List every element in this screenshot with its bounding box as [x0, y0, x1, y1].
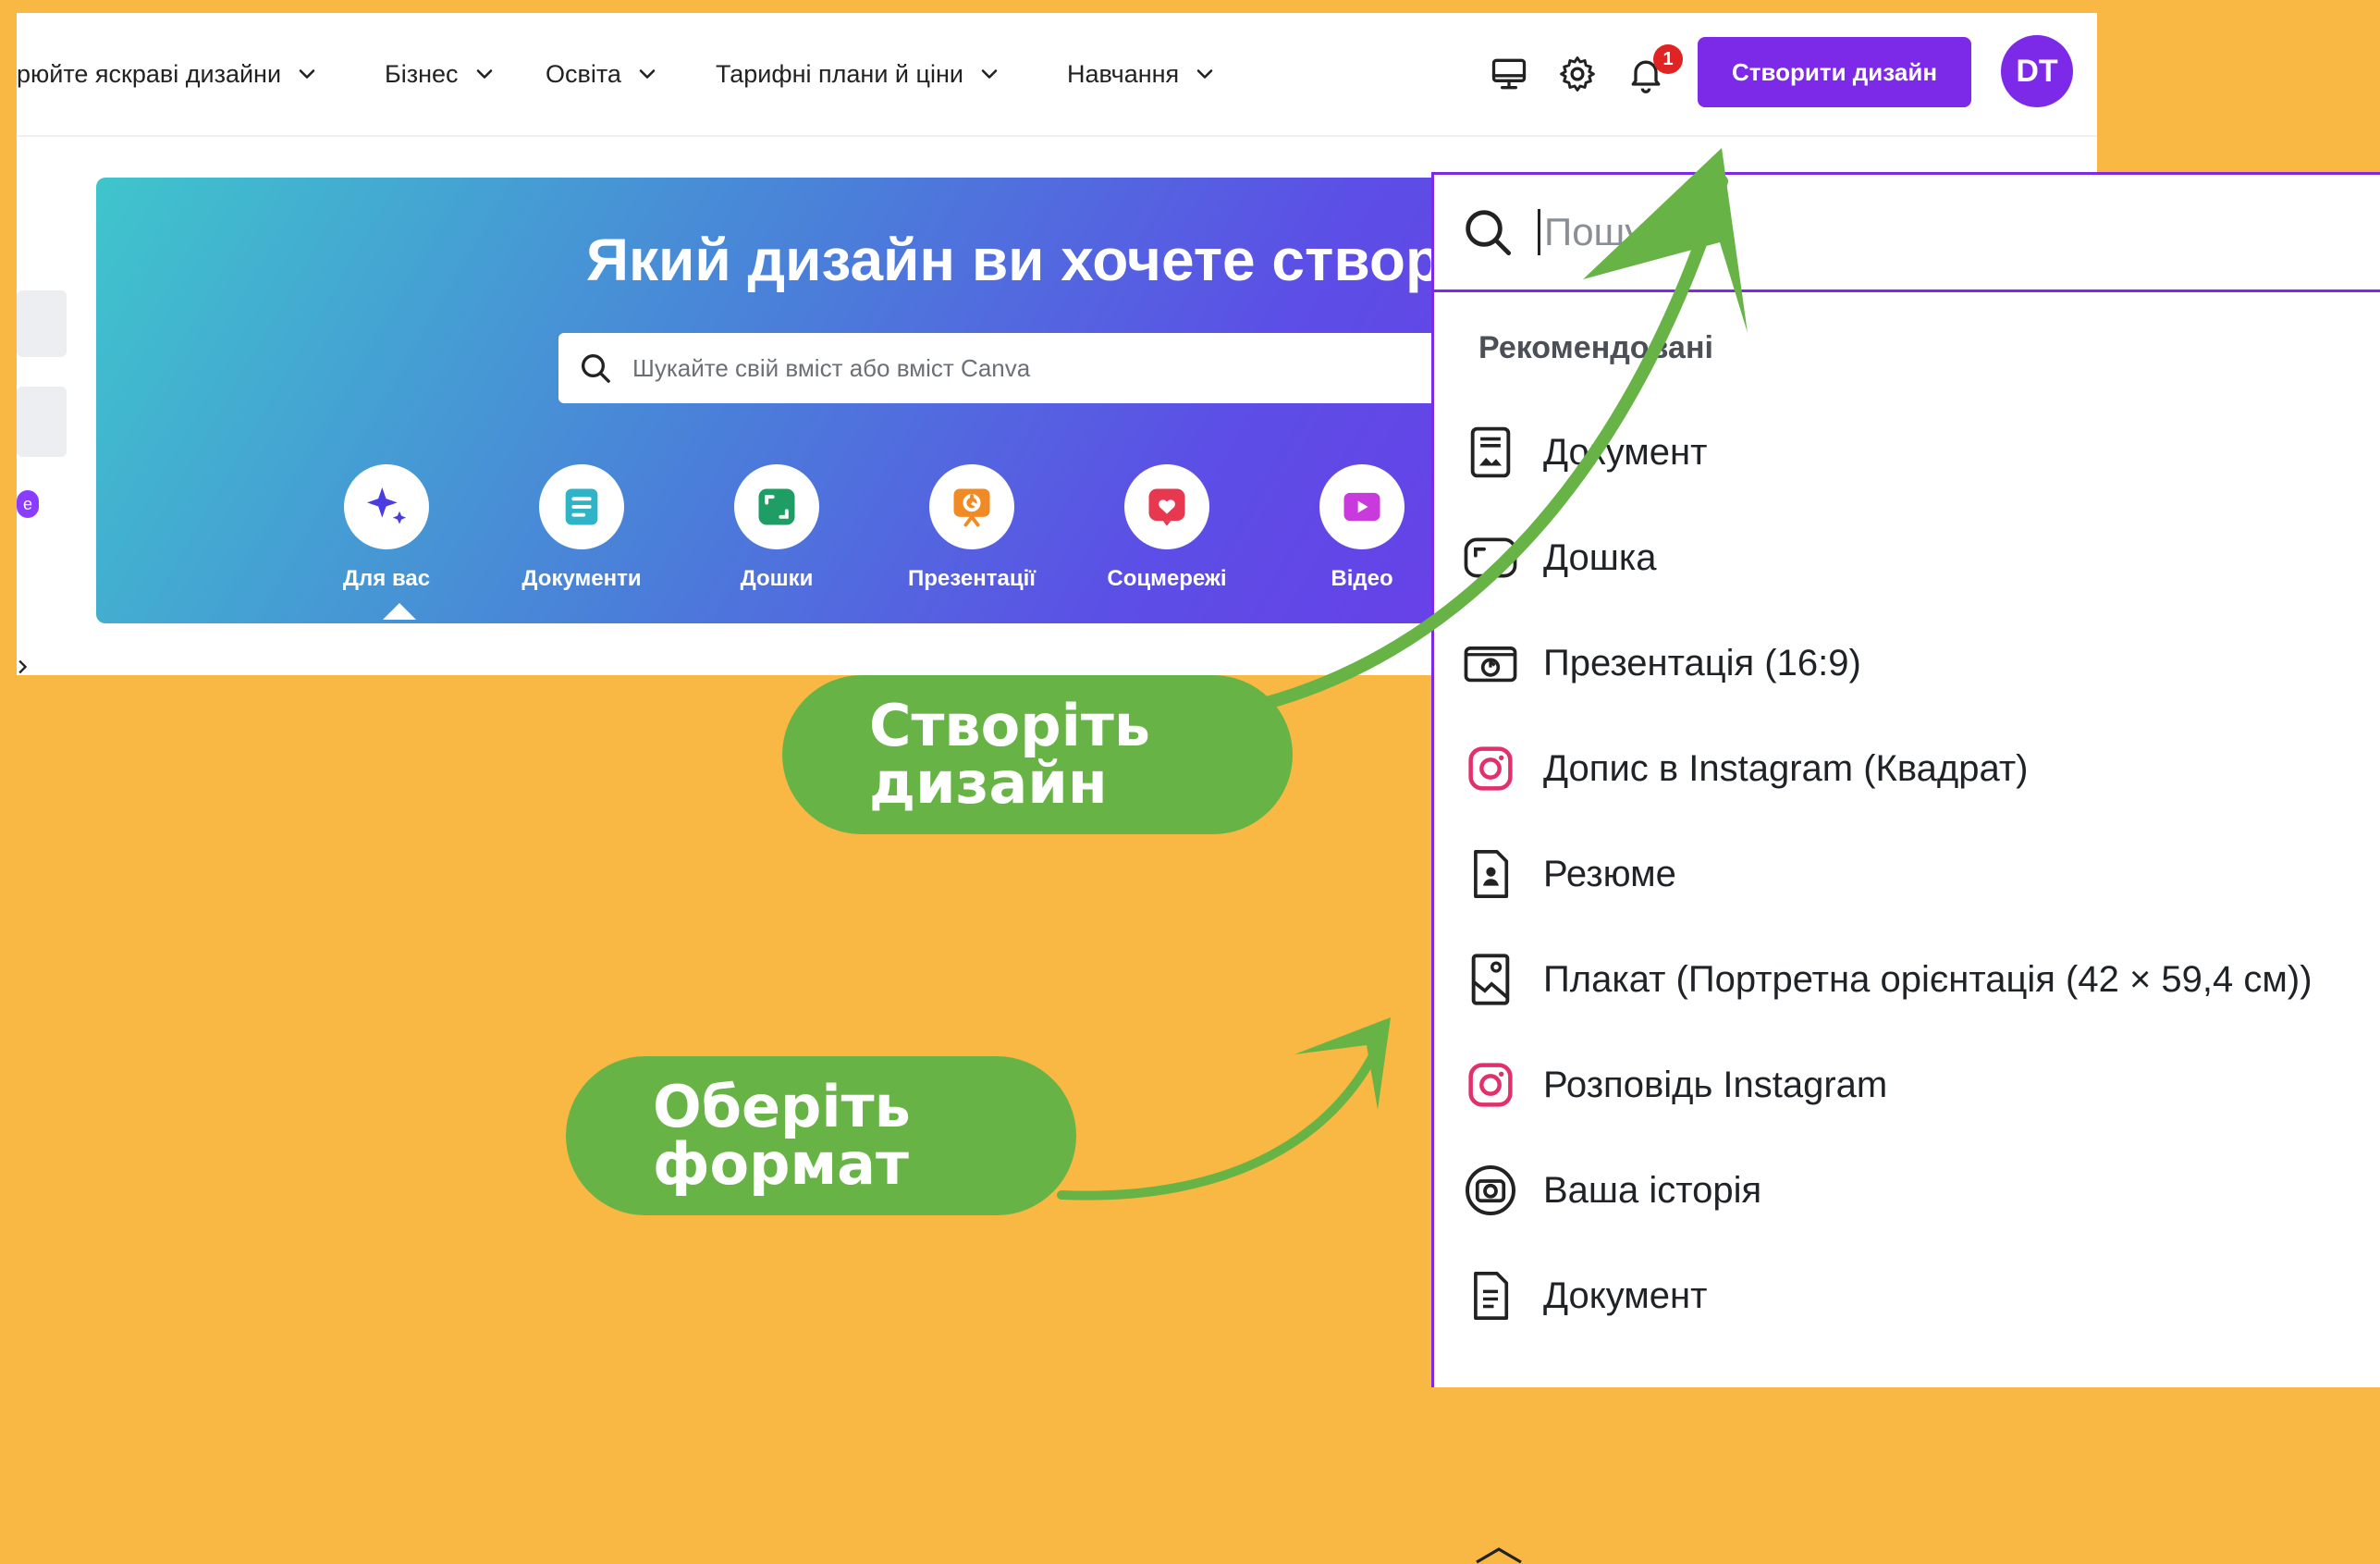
- callout-text-line: Оберіть: [653, 1073, 911, 1140]
- doc-lines-icon: [1474, 1272, 1509, 1320]
- format-item-presentation[interactable]: Презентація (16:9): [1462, 630, 1861, 696]
- poster-icon: [1471, 954, 1510, 1005]
- selected-category-caret: [383, 603, 416, 620]
- hero-search-box[interactable]: [558, 333, 1576, 403]
- nav-item-label: Навчання: [1067, 59, 1180, 88]
- arrow-to-format-list: [1057, 1017, 1391, 1201]
- section-title: Рекомендовані: [1478, 330, 1713, 365]
- instagram-icon: [1468, 1063, 1513, 1107]
- nav-item-label: рюйте яскраві дизайни: [17, 59, 282, 88]
- chevron-down-icon: [476, 69, 492, 79]
- category-presentations[interactable]: Презентації: [879, 464, 1064, 592]
- category-for-you[interactable]: Для вас: [294, 464, 479, 592]
- callout-text-line: дизайн: [869, 749, 1108, 817]
- format-item-label: Розповідь Instagram: [1543, 1064, 1888, 1105]
- chevron-down-icon: [1196, 69, 1213, 79]
- resume-icon: [1474, 850, 1509, 898]
- whiteboard-icon: [758, 488, 795, 525]
- create-design-button[interactable]: Створити дизайн: [1698, 37, 1971, 107]
- format-item-label: Документ: [1543, 431, 1708, 473]
- chevron-down-icon: [299, 69, 315, 79]
- dropdown-search-input[interactable]: [1538, 209, 2286, 255]
- category-label: Презентації: [908, 566, 1036, 591]
- nav-item-education[interactable]: Освіта: [546, 55, 660, 92]
- callout-create-design: Створіть дизайн: [782, 675, 1293, 834]
- video-icon: [1343, 492, 1380, 522]
- callout-text-line: формат: [653, 1130, 909, 1198]
- nav-item-pricing[interactable]: Тарифні плани й ціни: [716, 55, 1002, 92]
- presentation-icon: [953, 488, 990, 527]
- category-icon-circle: [1124, 464, 1209, 549]
- category-icon-circle: [344, 464, 429, 549]
- heart-icon: [1148, 488, 1185, 526]
- category-icon-circle: [539, 464, 624, 549]
- format-item-instagram-story[interactable]: Розповідь Instagram: [1462, 1052, 1887, 1118]
- avatar[interactable]: DT: [2001, 35, 2073, 107]
- format-item-your-story[interactable]: Ваша історія: [1462, 1157, 1761, 1224]
- sparkle-icon: [367, 487, 406, 524]
- callout-text-line: Створіть: [869, 692, 1151, 759]
- chevron-down-icon: [639, 69, 656, 79]
- nav-item-label: Освіта: [546, 59, 621, 88]
- chevron-right-icon[interactable]: [17, 659, 30, 675]
- notification-badge: 1: [1653, 44, 1683, 74]
- hero-search-input[interactable]: [631, 352, 1466, 384]
- category-label: Відео: [1331, 566, 1393, 591]
- nav-item-label: Тарифні плани й ціни: [716, 59, 963, 88]
- hero-banner: Який дизайн ви хочете створ Для вас: [96, 178, 1576, 623]
- presentation-icon: [1464, 647, 1517, 683]
- category-label: Соцмережі: [1107, 566, 1227, 591]
- format-item-label: Документ: [1543, 1275, 1708, 1316]
- category-social[interactable]: Соцмережі: [1074, 464, 1259, 592]
- format-item-label: Плакат (Портретна орієнтація (42 × 59,4 …: [1543, 958, 2313, 1000]
- format-item-label: Дошка: [1543, 536, 1657, 578]
- camera-icon: [1466, 1165, 1515, 1215]
- callout-choose-format: Оберіть формат: [566, 1056, 1076, 1215]
- category-icon-circle: [929, 464, 1014, 549]
- nav-item-label: Бізнес: [385, 59, 459, 88]
- top-navigation-bar: рюйте яскраві дизайни Бізнес Освіта Тари…: [17, 13, 2097, 137]
- cut-off-icon: [1476, 1547, 1522, 1564]
- format-item-label: Ваша історія: [1543, 1169, 1762, 1211]
- format-item-document-2[interactable]: Документ: [1462, 1262, 1707, 1329]
- format-item-instagram-post[interactable]: Допис в Instagram (Квадрат): [1462, 735, 2029, 802]
- format-item-label: Допис в Instagram (Квадрат): [1543, 747, 2029, 789]
- format-item-document[interactable]: Документ: [1462, 419, 1707, 486]
- format-item-resume[interactable]: Резюме: [1462, 841, 1676, 907]
- monitor-icon[interactable]: [1489, 54, 1529, 94]
- category-whiteboards[interactable]: Дошки: [684, 464, 869, 592]
- format-item-poster[interactable]: Плакат (Портретна орієнтація (42 × 59,4 …: [1462, 946, 2313, 1013]
- format-item-label: Презентація (16:9): [1543, 642, 1861, 683]
- search-icon: [1466, 210, 1512, 256]
- category-label: Документи: [521, 566, 642, 591]
- search-icon: [582, 354, 610, 383]
- sidebar-badge: e: [17, 490, 39, 518]
- instagram-icon: [1468, 746, 1513, 791]
- create-design-dropdown: Рекомендовані Документ Дошка Презентація…: [1431, 172, 2380, 1564]
- nav-item-designs[interactable]: рюйте яскраві дизайни: [17, 55, 320, 92]
- nav-item-business[interactable]: Бізнес: [385, 55, 497, 92]
- sidebar-item[interactable]: [17, 290, 67, 357]
- format-item-label: Резюме: [1543, 853, 1676, 894]
- format-item-whiteboard[interactable]: Дошка: [1462, 524, 1657, 591]
- nav-item-learning[interactable]: Навчання: [1067, 55, 1218, 92]
- chevron-down-icon: [981, 69, 998, 79]
- category-label: Дошки: [740, 566, 814, 591]
- category-icon-circle: [734, 464, 819, 549]
- document-icon: [1470, 426, 1511, 478]
- gear-icon[interactable]: [1557, 54, 1598, 94]
- category-documents[interactable]: Документи: [489, 464, 674, 592]
- category-icon-circle: [1319, 464, 1405, 549]
- category-video[interactable]: Відео: [1270, 464, 1454, 592]
- dropdown-search-bar[interactable]: [1434, 175, 2380, 292]
- category-label: Для вас: [342, 566, 431, 591]
- whiteboard-icon: [1464, 537, 1517, 578]
- document-icon: [565, 488, 598, 525]
- sidebar-item-active[interactable]: [17, 387, 67, 457]
